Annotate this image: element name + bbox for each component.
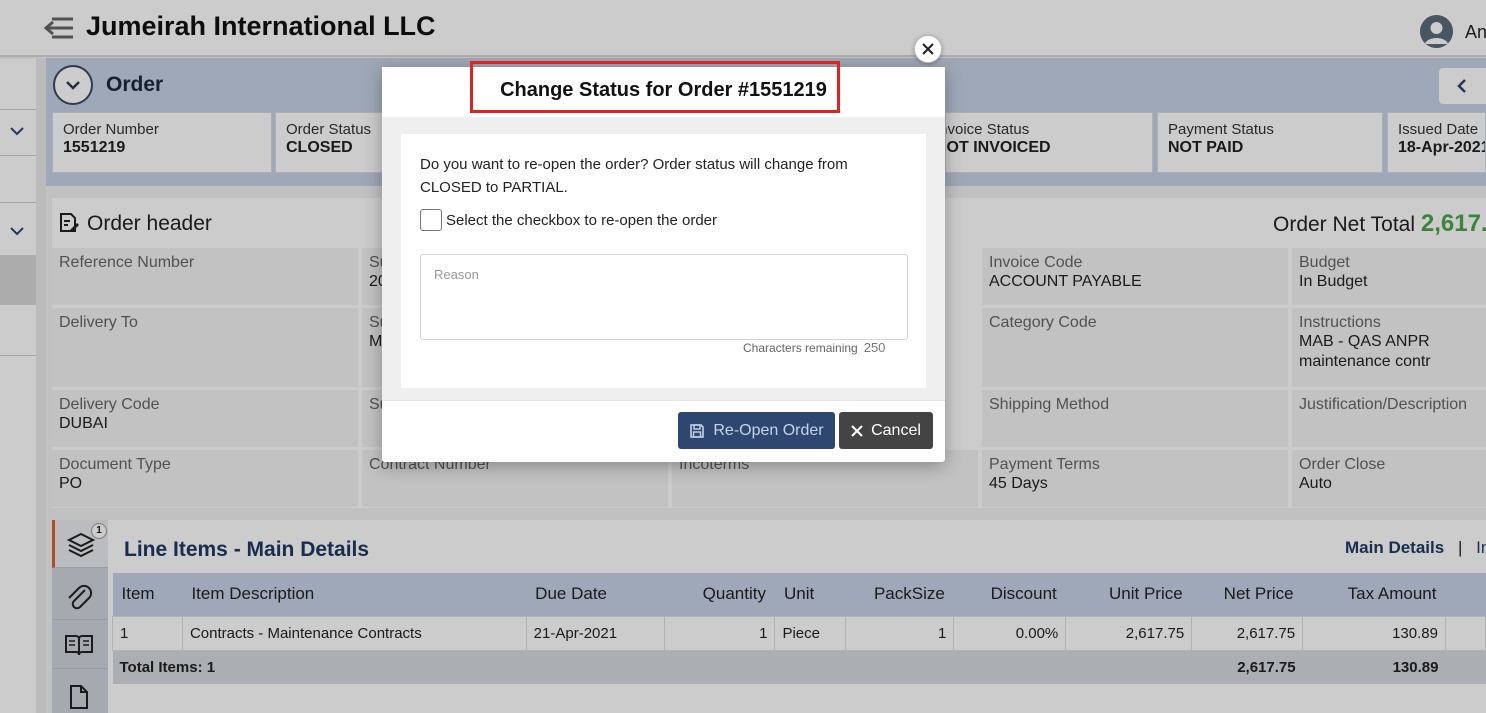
characters-remaining: Characters remaining 250 [740,340,889,355]
reopen-checkbox[interactable] [420,209,442,231]
cancel-button[interactable]: Cancel [839,412,933,449]
close-icon [922,43,934,55]
dialog-body: Do you want to re-open the order? Order … [401,134,926,388]
close-icon [851,424,863,437]
change-status-dialog: Change Status for Order #1551219 Do you … [382,61,945,462]
title-highlight-box [470,61,840,113]
reason-textarea[interactable] [420,254,908,340]
reopen-order-button[interactable]: Re-Open Order [678,412,835,449]
reopen-question-text: Do you want to re-open the order? Order … [420,156,848,196]
save-icon [690,423,705,438]
dialog-close-button[interactable] [914,35,942,63]
reopen-checkbox-label[interactable]: Select the checkbox to re-open the order [446,212,717,229]
dialog-header: Change Status for Order #1551219 [382,61,945,117]
characters-remaining-count: 250 [863,340,886,355]
